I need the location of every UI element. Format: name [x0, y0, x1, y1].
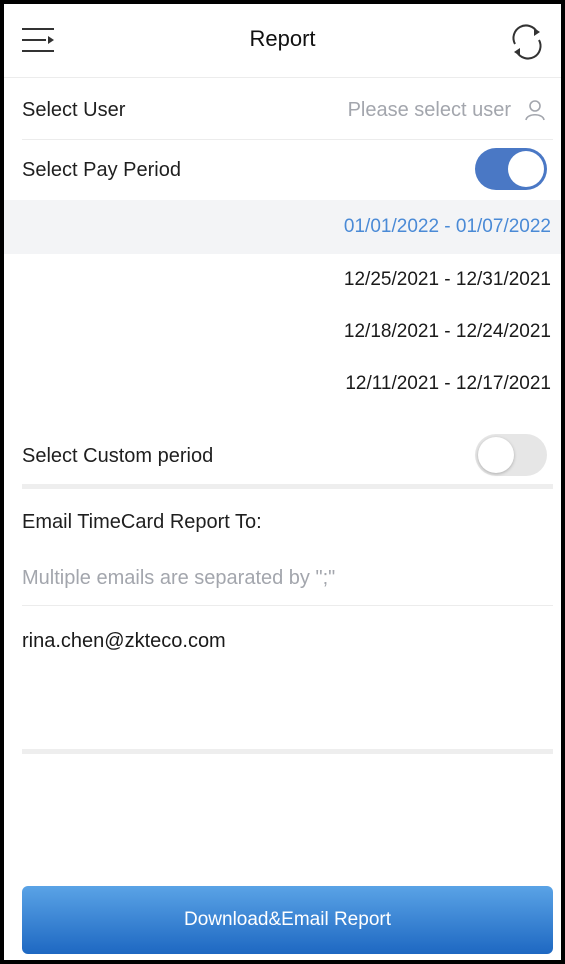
refresh-icon[interactable]	[507, 22, 547, 62]
select-pay-period-label: Select Pay Period	[22, 159, 181, 181]
select-custom-period-row: Select Custom period	[4, 428, 561, 486]
select-user-placeholder: Please select user	[347, 99, 511, 121]
pay-period-list: 01/01/2022 - 01/07/2022 12/25/2021 - 12/…	[4, 200, 561, 410]
custom-period-toggle[interactable]	[475, 434, 547, 476]
select-user-row[interactable]: Select User Please select user	[4, 78, 561, 140]
report-screen: Report Select User Please select user Se…	[4, 4, 561, 960]
menu-collapse-icon[interactable]	[18, 20, 58, 60]
pay-period-option[interactable]: 12/11/2021 - 12/17/2021	[4, 358, 561, 410]
download-email-report-button[interactable]: Download&Email Report	[22, 886, 553, 954]
toggle-knob	[478, 437, 514, 473]
email-report-label: Email TimeCard Report To:	[22, 511, 262, 533]
select-user-label: Select User	[22, 99, 126, 121]
section-divider	[22, 749, 553, 754]
email-input[interactable]	[22, 560, 552, 596]
divider	[22, 605, 553, 606]
pay-period-option[interactable]: 12/18/2021 - 12/24/2021	[4, 306, 561, 358]
section-divider	[22, 484, 553, 489]
pay-period-option[interactable]: 01/01/2022 - 01/07/2022	[4, 200, 561, 254]
pay-period-option[interactable]: 12/25/2021 - 12/31/2021	[4, 254, 561, 306]
select-pay-period-row: Select Pay Period	[4, 140, 561, 200]
user-icon	[523, 98, 547, 122]
select-custom-period-label: Select Custom period	[22, 445, 214, 467]
toggle-knob	[508, 151, 544, 187]
page-title: Report	[249, 26, 316, 51]
pay-period-toggle[interactable]	[475, 148, 547, 190]
header-bar: Report	[4, 4, 561, 78]
email-recipients-field[interactable]: rina.chen@zkteco.com	[22, 630, 552, 742]
